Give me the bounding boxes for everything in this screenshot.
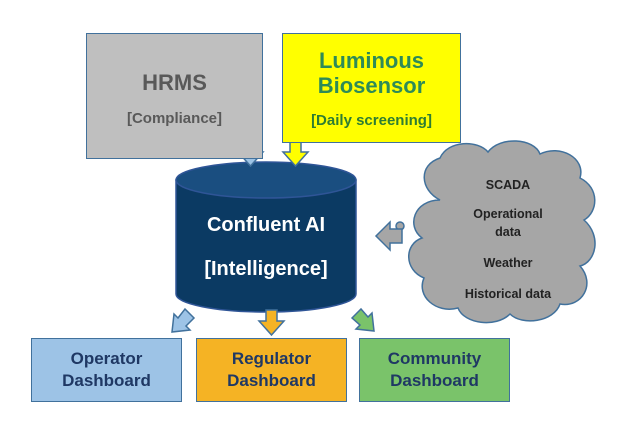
regulator-dashboard-line1: Regulator [231,349,312,368]
regulator-dashboard-box: Regulator Dashboard [196,338,347,402]
biosensor-box: Luminous Biosensor [Daily screening] [282,33,461,143]
community-dashboard-box: Community Dashboard [359,338,510,402]
confluent-ai-subtitle: [Intelligence] [204,258,328,280]
ai-to-community-arrow [350,307,375,332]
community-dashboard-line1: Community [387,349,482,368]
operator-dashboard-line1: Operator [70,349,143,368]
cloud-item-historical-data: Historical data [464,287,552,301]
biosensor-title-line2: Biosensor [317,73,426,98]
confluent-ai-title: Confluent AI [206,214,326,236]
cloud-item-operational-data: Operational data [473,207,543,239]
ai-to-operator-arrow [171,307,196,333]
hrms-title: HRMS [142,69,207,95]
biosensor-subtitle: [Daily screening] [311,112,432,129]
ai-to-regulator-arrow [257,309,286,337]
hrms-box: HRMS [Compliance] [86,33,263,159]
confluent-ai-cylinder [175,161,357,313]
operator-dashboard-box: Operator Dashboard [31,338,182,402]
cloud-item-weather: Weather [483,256,533,270]
hrms-subtitle: [Compliance] [126,109,222,127]
operator-dashboard-line2: Dashboard [62,371,151,390]
cloud-item-scada: SCADA [485,178,531,192]
biosensor-title-line1: Luminous [318,48,425,73]
regulator-dashboard-line2: Dashboard [227,371,316,390]
community-dashboard-line2: Dashboard [390,371,479,390]
diagram-stage: HRMS [Compliance] Luminous Biosensor [Da… [0,0,642,434]
